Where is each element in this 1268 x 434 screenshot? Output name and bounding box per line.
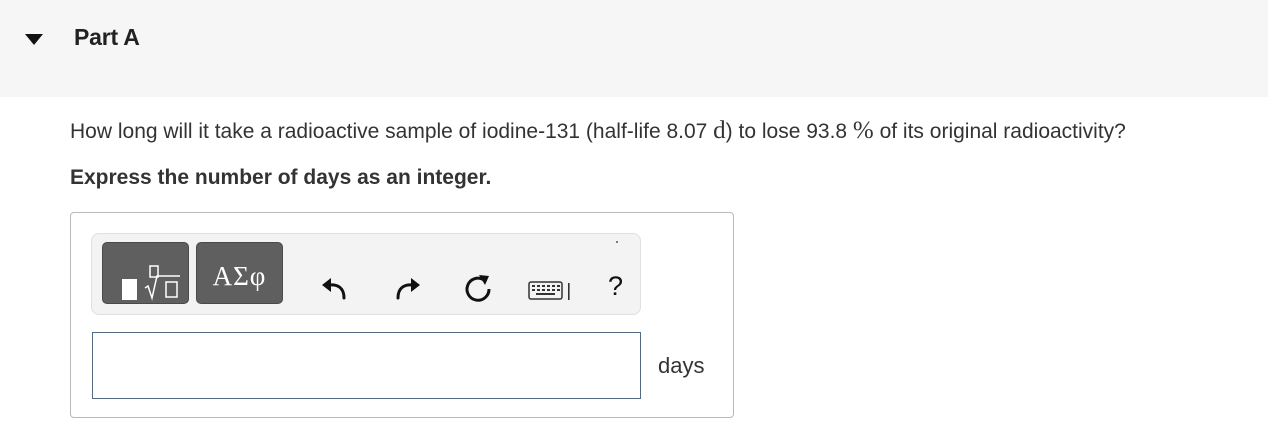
greek-letters-button[interactable]: ΑΣφ: [196, 242, 283, 304]
keyboard-icon[interactable]: [528, 280, 576, 302]
redo-icon[interactable]: [394, 274, 422, 302]
question-text: How long will it take a radioactive samp…: [70, 117, 1126, 145]
help-button[interactable]: ?: [608, 271, 623, 302]
math-toolbar: ΑΣφ ?: [91, 233, 641, 315]
answer-input[interactable]: [92, 332, 641, 399]
reset-icon[interactable]: [462, 272, 494, 304]
undo-icon[interactable]: [320, 274, 348, 302]
question-text-1: How long will it take a radioactive samp…: [70, 120, 714, 143]
part-title: Part A: [74, 24, 140, 50]
caret-down-icon[interactable]: [24, 32, 44, 46]
part-header: Part A: [0, 0, 1268, 97]
greek-letters-label: ΑΣφ: [212, 261, 267, 291]
question-text-2: ) to lose 93.8: [725, 120, 853, 143]
answer-instruction: Express the number of days as an integer…: [70, 166, 492, 189]
percent-symbol: %: [852, 117, 874, 144]
answer-unit-label: days: [658, 353, 705, 378]
templates-fraction-root-icon: [122, 265, 180, 301]
answer-box: ΑΣφ ? days: [70, 212, 734, 418]
toolbar-dot: [616, 241, 618, 243]
halflife-unit: d: [713, 117, 726, 144]
question-text-3: of its original radioactivity?: [873, 120, 1126, 143]
templates-button[interactable]: [102, 242, 189, 304]
